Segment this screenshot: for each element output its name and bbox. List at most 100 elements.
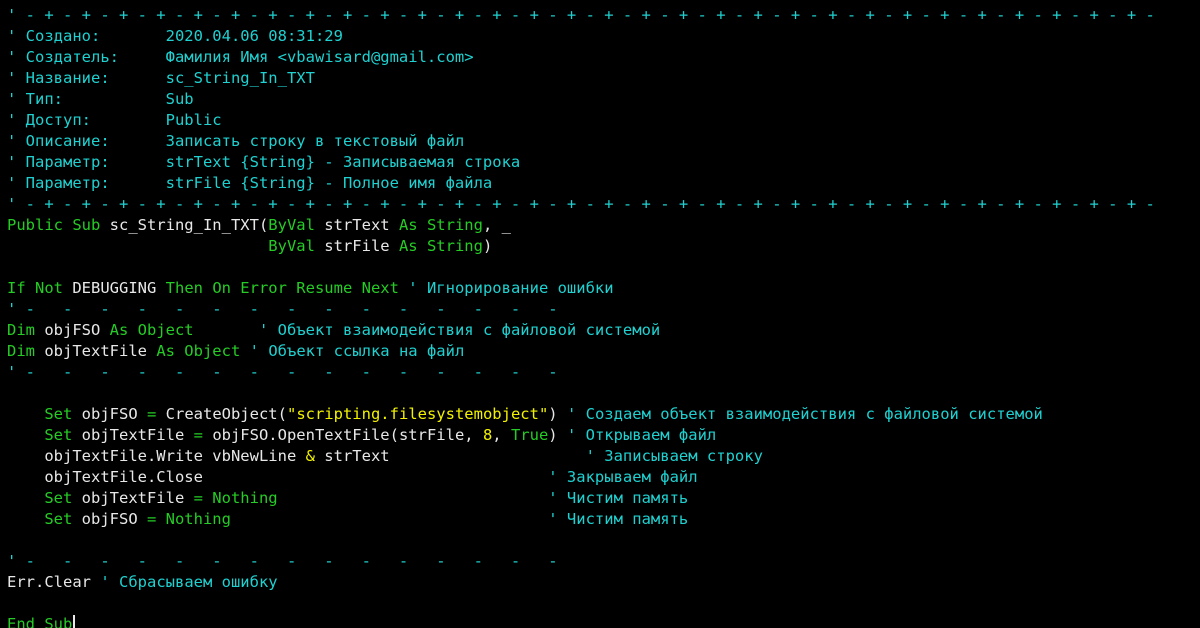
code-line[interactable]: ' Описание: Записать строку в текстовый … [0, 131, 1200, 152]
literal-token: "scripting.filesystemobject" [286, 405, 549, 423]
code-token: objFSO [81, 405, 147, 423]
keyword-token: Set [44, 405, 82, 423]
code-token: ) [482, 237, 493, 255]
code-line[interactable]: Set objFSO = CreateObject("scripting.fil… [0, 404, 1200, 425]
code-token: strText [324, 216, 399, 234]
code-token: objTextFile.Close [7, 468, 549, 486]
keyword-token: Set [44, 489, 82, 507]
code-token: , _ [482, 216, 511, 234]
code-line[interactable]: If Not DEBUGGING Then On Error Resume Ne… [0, 278, 1200, 299]
code-token: ) [548, 405, 567, 423]
code-token: sc_String_In_TXT( [109, 216, 269, 234]
keyword-token: As Object [109, 321, 194, 339]
code-token: CreateObject( [165, 405, 287, 423]
comment-token: ' - + - + - + - + - + - + - + - + - + - … [7, 6, 1155, 24]
code-line[interactable]: ' Название: sc_String_In_TXT [0, 68, 1200, 89]
keyword-token: Public Sub [7, 216, 110, 234]
keyword-token: As Object [156, 342, 241, 360]
comment-token: ' Объект взаимодействия с файловой систе… [258, 321, 661, 339]
comment-token: ' Закрываем файл [548, 468, 698, 486]
code-line[interactable]: ' - - - - - - - - - - - - - - - [0, 362, 1200, 383]
comment-token: ' Создано: 2020.04.06 08:31:29 [7, 27, 343, 45]
code-token: objFSO [81, 510, 147, 528]
code-line[interactable]: Dim objFSO As Object ' Объект взаимодейс… [0, 320, 1200, 341]
keyword-token: ByVal [268, 216, 325, 234]
code-line[interactable] [0, 383, 1200, 404]
code-token: objFSO [44, 321, 110, 339]
code-line[interactable]: Set objTextFile = objFSO.OpenTextFile(st… [0, 425, 1200, 446]
code-token: objTextFile [44, 342, 157, 360]
comment-token: ' Доступ: Public [7, 111, 222, 129]
code-line[interactable] [0, 530, 1200, 551]
code-line[interactable] [0, 257, 1200, 278]
code-line[interactable]: Err.Clear ' Сбрасываем ошибку [0, 572, 1200, 593]
code-line[interactable]: ' Создатель: Фамилия Имя <vbawisard@gmai… [0, 47, 1200, 68]
keyword-token: As String [398, 216, 483, 234]
comment-token: ' Описание: Записать строку в текстовый … [7, 132, 465, 150]
comment-token: ' - - - - - - - - - - - - - - - [7, 300, 558, 318]
code-token: , [492, 426, 511, 444]
comment-token: ' Открываем файл [566, 426, 717, 444]
comment-token: ' Создаем объект взаимодействия с файлов… [566, 405, 1043, 423]
keyword-token: Set [44, 426, 82, 444]
code-line[interactable]: End Sub [0, 614, 1200, 628]
comment-token: ' Параметр: strFile {String} - Полное им… [7, 174, 493, 192]
keyword-token: Dim [7, 321, 45, 339]
code-line[interactable]: ' Тип: Sub [0, 89, 1200, 110]
code-token: objFSO.OpenTextFile(strFile, [212, 426, 483, 444]
code-line[interactable]: ' Параметр: strFile {String} - Полное им… [0, 173, 1200, 194]
code-line[interactable]: objTextFile.Write vbNewLine & strText ' … [0, 446, 1200, 467]
code-line[interactable]: Public Sub sc_String_In_TXT(ByVal strTex… [0, 215, 1200, 236]
code-line[interactable]: objTextFile.Close ' Закрываем файл [0, 467, 1200, 488]
code-token: ) [548, 426, 567, 444]
keyword-token: As String [398, 237, 483, 255]
keyword-token: ByVal [268, 237, 325, 255]
literal-token: 8 [482, 426, 493, 444]
code-editor[interactable]: ' - + - + - + - + - + - + - + - + - + - … [0, 0, 1200, 628]
keyword-token: = Nothing [193, 489, 278, 507]
code-token: objTextFile [81, 426, 194, 444]
comment-token: ' - + - + - + - + - + - + - + - + - + - … [7, 195, 1155, 213]
code-line[interactable]: ByVal strFile As String) [0, 236, 1200, 257]
keyword-token: True [510, 426, 549, 444]
code-token: strFile [324, 237, 399, 255]
code-token: strText [324, 447, 586, 465]
comment-token: ' - - - - - - - - - - - - - - - [7, 363, 558, 381]
literal-token: & [305, 447, 325, 465]
comment-token: ' Записываем строку [585, 447, 763, 465]
code-line[interactable]: ' Параметр: strText {String} - Записывае… [0, 152, 1200, 173]
code-line[interactable]: ' Создано: 2020.04.06 08:31:29 [0, 26, 1200, 47]
comment-token: ' Название: sc_String_In_TXT [7, 69, 315, 87]
code-line[interactable]: Set objFSO = Nothing ' Чистим память [0, 509, 1200, 530]
keyword-token: Dim [7, 342, 45, 360]
code-line[interactable]: Set objTextFile = Nothing ' Чистим памят… [0, 488, 1200, 509]
text-cursor [73, 615, 76, 628]
code-line[interactable]: ' - - - - - - - - - - - - - - - [0, 299, 1200, 320]
code-line[interactable] [0, 593, 1200, 614]
keyword-token: Then On Error Resume Next [165, 279, 409, 297]
code-token: Err.Clear [7, 573, 101, 591]
comment-token: ' Параметр: strText {String} - Записывае… [7, 153, 521, 171]
comment-token: ' Чистим память [548, 510, 689, 528]
keyword-token: Set [44, 510, 82, 528]
keyword-token: = Nothing [146, 510, 231, 528]
comment-token: ' Объект ссылка на файл [249, 342, 465, 360]
keyword-token: If Not [7, 279, 73, 297]
code-line[interactable]: Dim objTextFile As Object ' Объект ссылк… [0, 341, 1200, 362]
code-token: DEBUGGING [72, 279, 166, 297]
code-line[interactable]: ' - + - + - + - + - + - + - + - + - + - … [0, 194, 1200, 215]
code-line[interactable]: ' - - - - - - - - - - - - - - - [0, 551, 1200, 572]
code-line[interactable]: ' - + - + - + - + - + - + - + - + - + - … [0, 5, 1200, 26]
code-line[interactable]: ' Доступ: Public [0, 110, 1200, 131]
comment-token: ' Игнорирование ошибки [408, 279, 614, 297]
code-token: objTextFile [81, 489, 194, 507]
keyword-token: = [193, 426, 213, 444]
